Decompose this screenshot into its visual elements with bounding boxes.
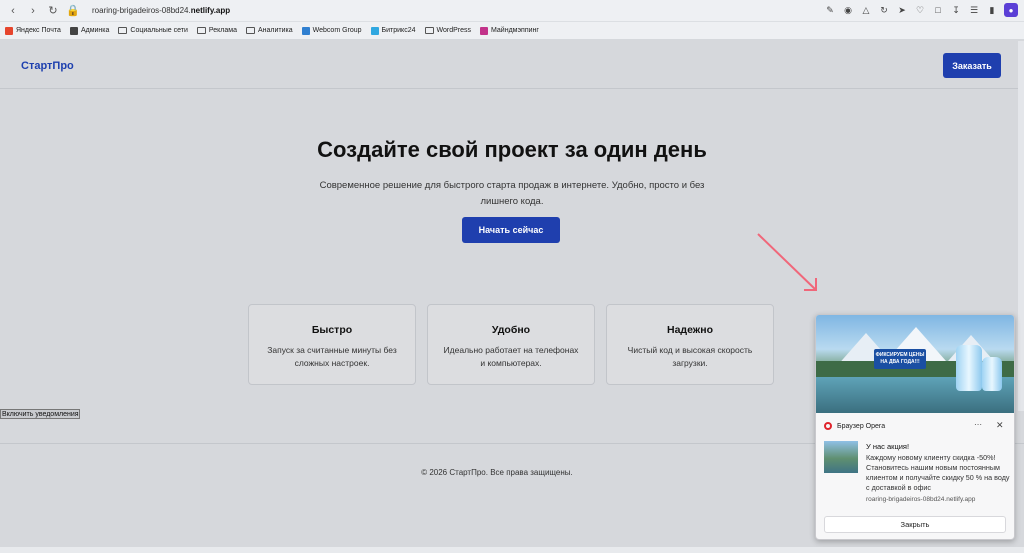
hero-subtitle: Современное решение для быстрого старта … bbox=[319, 180, 705, 207]
notification-app-name: Браузер Opera bbox=[837, 422, 886, 430]
folder-icon bbox=[196, 27, 206, 34]
bookmark-favicon-icon bbox=[480, 26, 488, 35]
feature-text: Запуск за считанные минуты без сложных н… bbox=[267, 345, 397, 368]
banner-promo-label: ФИКСИРУЕМ ЦЕНЫ НА ДВА ГОДА!!! bbox=[874, 349, 926, 369]
bookmark-favicon-icon bbox=[5, 26, 13, 35]
close-icon[interactable]: ✕ bbox=[996, 420, 1004, 431]
taskbar-strip bbox=[0, 547, 1024, 553]
bookmark-label: Админка bbox=[80, 27, 110, 34]
heart-icon[interactable]: ♡ bbox=[914, 4, 926, 16]
scrollbar[interactable] bbox=[1018, 41, 1024, 411]
folder-icon bbox=[246, 27, 255, 34]
bookmark-item[interactable]: Аналитика bbox=[246, 27, 293, 34]
cube-icon[interactable]: □ bbox=[932, 4, 944, 16]
history-icon[interactable]: ↻ bbox=[878, 4, 890, 16]
start-button[interactable]: Начать сейчас bbox=[462, 217, 560, 243]
bookmark-item[interactable]: Реклама bbox=[196, 27, 237, 34]
opera-icon bbox=[824, 422, 832, 430]
bookmark-favicon-icon bbox=[69, 26, 78, 35]
bookmark-item[interactable]: Битрикс24 bbox=[370, 26, 416, 35]
feature-card-fast: Быстро Запуск за считанные минуты без сл… bbox=[248, 304, 416, 385]
feature-card-reliable: Надежно Чистый код и высокая скорость за… bbox=[606, 304, 774, 385]
feature-text: Идеально работает на телефонах и компьют… bbox=[443, 345, 579, 368]
back-icon[interactable]: ‹ bbox=[6, 4, 20, 18]
feature-title: Надежно bbox=[667, 324, 713, 336]
menu-icon[interactable]: ☰ bbox=[968, 4, 980, 16]
sidebar-icon[interactable]: ▮ bbox=[986, 4, 998, 16]
bookmark-label: Майндмэппинг bbox=[491, 27, 539, 34]
camera-icon[interactable]: ◉ bbox=[842, 4, 854, 16]
notification-thumbnail bbox=[824, 441, 858, 473]
bookmark-label: Социальные сети bbox=[130, 27, 188, 34]
bookmark-item[interactable]: Webcom Group bbox=[301, 26, 362, 35]
enable-notifications-button[interactable]: Включить уведомления bbox=[0, 409, 80, 419]
feature-title: Удобно bbox=[491, 324, 531, 336]
bookmark-label: Реклама bbox=[208, 27, 237, 34]
notification-banner-image: ФИКСИРУЕМ ЦЕНЫ НА ДВА ГОДА!!! bbox=[816, 315, 1014, 413]
feature-card-convenient: Удобно Идеально работает на телефонах и … bbox=[427, 304, 595, 385]
download-icon[interactable]: ↧ bbox=[950, 4, 962, 16]
order-button[interactable]: Заказать bbox=[943, 53, 1001, 78]
edit-icon[interactable]: ✎ bbox=[824, 4, 836, 16]
folder-icon bbox=[118, 27, 128, 34]
bookmark-label: Битрикс24 bbox=[381, 27, 416, 34]
notification-source: roaring-brigadeiros-08bd24.netlify.app bbox=[866, 496, 976, 503]
bookmark-label: WordPress bbox=[436, 27, 472, 34]
bookmark-item[interactable]: Админка bbox=[69, 26, 110, 35]
notification-title: У нас акция! bbox=[866, 442, 910, 451]
more-options-icon[interactable]: ⋯ bbox=[974, 420, 982, 429]
bookmark-item[interactable]: Майндмэппинг bbox=[480, 26, 539, 35]
feature-title: Быстро bbox=[311, 324, 353, 336]
profile-icon[interactable]: ● bbox=[1004, 3, 1018, 17]
url-field[interactable]: roaring-brigadeiros-08bd24.netlify.app bbox=[92, 6, 230, 15]
bookmarks-bar: Яндекс Почта Админка Социальные сети Реклам… bbox=[0, 22, 1024, 40]
reload-icon[interactable]: ↻ bbox=[46, 4, 60, 18]
bookmark-item[interactable]: Яндекс Почта bbox=[5, 26, 61, 35]
folder-icon bbox=[424, 27, 434, 34]
shield-icon[interactable]: △ bbox=[860, 4, 872, 16]
opera-notification: ФИКСИРУЕМ ЦЕНЫ НА ДВА ГОДА!!! Браузер Op… bbox=[815, 314, 1015, 540]
bookmark-item[interactable]: WordPress bbox=[424, 27, 472, 34]
arrow-annotation-icon bbox=[757, 233, 817, 291]
bookmark-label: Яндекс Почта bbox=[16, 27, 61, 34]
site-logo[interactable]: СтартПро bbox=[21, 60, 74, 72]
bookmark-item[interactable]: Социальные сети bbox=[118, 27, 188, 34]
notification-body: Каждому новому клиенту скидка -50%! Стан… bbox=[866, 453, 1010, 492]
bookmark-favicon-icon bbox=[370, 26, 379, 35]
site-header: СтартПро Заказать bbox=[0, 41, 1024, 89]
address-bar: ‹ › ↻ 🔒 roaring-brigadeiros-08bd24.netli… bbox=[0, 0, 1024, 22]
bookmark-label: Webcom Group bbox=[312, 27, 362, 34]
notification-header: Браузер Opera bbox=[824, 422, 885, 430]
send-icon[interactable]: ➤ bbox=[896, 4, 908, 16]
bookmark-favicon-icon bbox=[301, 26, 310, 35]
forward-icon[interactable]: › bbox=[26, 4, 40, 18]
bookmark-label: Аналитика bbox=[258, 27, 293, 34]
close-button[interactable]: Закрыть bbox=[824, 516, 1006, 533]
lock-icon: 🔒 bbox=[66, 5, 80, 17]
feature-text: Чистый код и высокая скорость загрузки. bbox=[627, 345, 753, 368]
hero-title: Создайте свой проект за один день bbox=[317, 137, 707, 162]
